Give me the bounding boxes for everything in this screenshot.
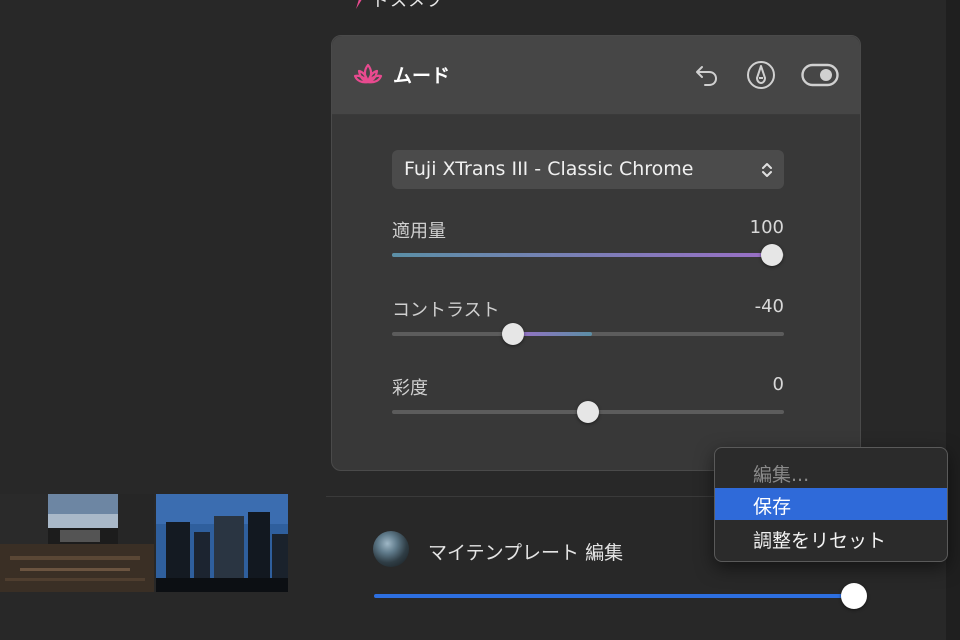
template-slider-thumb[interactable] [841,583,867,609]
context-menu: 編集... 保存 調整をリセット [714,447,948,562]
slider-value: 100 [749,217,784,238]
slider-thumb[interactable] [761,244,783,266]
mood-panel-header[interactable]: ムード [332,36,860,115]
saturation-slider[interactable]: 彩度 0 [392,374,784,434]
my-templates-label[interactable]: マイテンプレート 編集 [428,538,623,565]
brush-button[interactable] [744,58,778,92]
slider-thumb[interactable] [502,323,524,345]
slider-value: 0 [772,374,784,395]
eye-toggle-icon [801,63,839,87]
undo-button[interactable] [690,58,724,92]
right-edge-panel [946,0,960,640]
preset-value: Fuji XTrans III - Classic Chrome [404,158,694,180]
lightning-icon [356,0,362,9]
undo-icon [696,66,718,86]
template-slider-track[interactable] [374,594,856,598]
photo-thumbnail[interactable] [156,494,288,592]
slider-value: -40 [754,296,784,317]
section-header: ドスメブ [352,0,444,11]
menu-item-label: 保存 [753,496,792,518]
menu-item-save[interactable]: 保存 [715,488,947,520]
lotus-icon [353,63,383,84]
slider-fill [513,332,592,336]
menu-item-label: 編集... [753,464,810,486]
brush-icon [747,61,775,89]
photo-thumbnail[interactable] [0,494,154,592]
slider-thumb[interactable] [577,401,599,423]
contrast-slider[interactable]: コントラスト -40 [392,296,784,356]
menu-item-edit: 編集... [715,456,947,488]
slider-label: 適用量 [392,221,446,242]
section-title: ドスメブ [372,0,444,11]
menu-item-reset[interactable]: 調整をリセット [715,522,947,554]
menu-item-label: 調整をリセット [753,530,887,552]
preset-select[interactable]: Fuji XTrans III - Classic Chrome [392,150,784,189]
amount-slider[interactable]: 適用量 100 [392,217,784,277]
mood-panel: ムード Fuji XTrans III - Classic Chrome 適用量… [331,35,861,471]
visibility-toggle[interactable] [800,58,840,92]
chevron-updown-icon [762,163,772,177]
slider-label: コントラスト [392,300,500,321]
panel-title: ムード [393,65,451,87]
slider-label: 彩度 [392,378,428,399]
slider-fill [392,253,772,257]
avatar[interactable] [373,531,409,567]
